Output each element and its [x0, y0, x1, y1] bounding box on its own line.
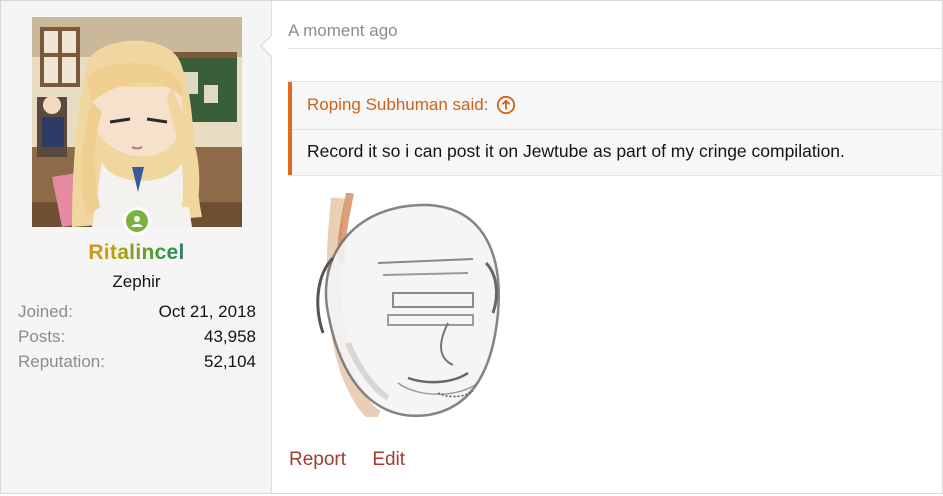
stat-reputation: Reputation: 52,104 — [18, 351, 256, 376]
quote-text: Record it so i can post it on Jewtube as… — [307, 141, 845, 161]
username[interactable]: Ritalincel — [1, 241, 272, 265]
quote-divider — [292, 129, 942, 130]
wojak-face-image — [288, 193, 512, 417]
stat-label: Reputation: — [18, 352, 105, 371]
quote-author-link[interactable]: Roping Subhuman said: — [307, 95, 516, 115]
stat-label: Joined: — [18, 302, 73, 321]
message-post: Ritalincel Zephir Joined: Oct 21, 2018 P… — [0, 0, 943, 494]
attached-image[interactable] — [288, 193, 512, 417]
report-link[interactable]: Report — [289, 449, 346, 470]
user-icon — [126, 210, 148, 232]
avatar-image — [32, 17, 242, 227]
user-stats: Joined: Oct 21, 2018 Posts: 43,958 Reput… — [18, 301, 256, 376]
online-status-badge — [123, 207, 151, 235]
edit-link[interactable]: Edit — [372, 449, 405, 470]
stat-value: 43,958 — [204, 327, 256, 346]
user-avatar[interactable] — [32, 17, 242, 227]
arrow-up-circle-icon[interactable] — [496, 95, 516, 115]
stat-value: 52,104 — [204, 352, 256, 371]
stat-posts: Posts: 43,958 — [18, 326, 256, 351]
divider — [288, 48, 942, 49]
stat-label: Posts: — [18, 327, 66, 346]
stat-value: Oct 21, 2018 — [158, 302, 256, 321]
quote-block: Roping Subhuman said: Record it so i can… — [288, 81, 942, 176]
user-title: Zephir — [112, 272, 161, 291]
post-actions: Report Edit — [289, 449, 426, 471]
user-panel: Ritalincel Zephir Joined: Oct 21, 2018 P… — [1, 1, 272, 493]
message-content: A moment ago Roping Subhuman said: Recor… — [272, 1, 942, 493]
stat-joined: Joined: Oct 21, 2018 — [18, 301, 256, 326]
quote-author: Roping Subhuman said: — [307, 95, 489, 114]
post-timestamp[interactable]: A moment ago — [288, 21, 398, 41]
